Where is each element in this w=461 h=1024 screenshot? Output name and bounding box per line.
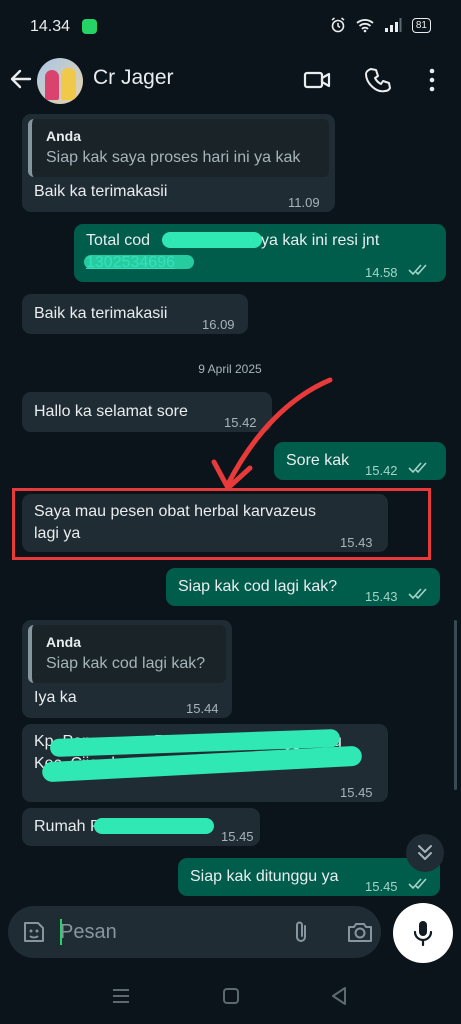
back-arrow-icon[interactable] — [8, 66, 34, 92]
quote-text: Siap kak saya proses hari ini ya kak — [46, 149, 301, 166]
quote-author: Anda — [46, 634, 81, 650]
scroll-to-bottom-button[interactable] — [406, 834, 444, 872]
redaction-mark — [162, 232, 262, 248]
text-cursor — [60, 919, 62, 945]
video-call-icon[interactable] — [303, 66, 331, 94]
message-time: 16.09 — [202, 317, 235, 332]
quote-text: Siap kak cod lagi kak? — [46, 655, 206, 672]
contact-avatar[interactable] — [37, 58, 83, 104]
message-time: 15.43 — [365, 589, 398, 604]
quoted-reply[interactable]: Anda Siap kak cod lagi kak? — [28, 625, 226, 683]
status-time: 14.34 — [30, 18, 71, 35]
read-receipt-icon — [408, 264, 427, 276]
contact-name[interactable]: Cr Jager — [93, 66, 174, 90]
signal-icon — [384, 18, 402, 32]
message-text: Iya ka — [34, 689, 77, 706]
status-indicators: 81 — [330, 17, 431, 33]
message-bubble-outgoing[interactable]: Total cod ya kak ini resi jnt 1302534696… — [74, 224, 446, 282]
message-time: 11.09 — [288, 195, 320, 210]
voice-message-button[interactable] — [393, 903, 453, 963]
message-text: Hallo ka selamat sore — [34, 403, 188, 420]
quoted-reply[interactable]: Anda Siap kak saya proses hari ini ya ka… — [28, 119, 329, 177]
message-text: Baik ka terimakasii — [34, 183, 168, 200]
message-bubble-outgoing[interactable]: Siap kak ditunggu ya 15.45 — [178, 858, 440, 896]
message-time: 15.45 — [365, 879, 398, 894]
redaction-mark — [94, 818, 214, 834]
back-nav-icon[interactable] — [330, 986, 348, 1006]
message-text: Siap kak ditunggu ya — [190, 868, 339, 885]
microphone-icon — [413, 921, 433, 947]
message-text: Total cod — [86, 232, 151, 249]
message-bubble-incoming[interactable]: Anda Siap kak cod lagi kak? Iya ka 15.44 — [22, 620, 232, 718]
message-input[interactable] — [60, 918, 260, 946]
redaction-mark — [84, 255, 194, 269]
quote-author: Anda — [46, 128, 81, 144]
wifi-icon — [356, 19, 374, 33]
chat-header: Cr Jager — [0, 52, 461, 112]
message-composer — [8, 906, 381, 958]
chat-notification-icon — [82, 19, 97, 34]
voice-call-icon[interactable] — [365, 66, 393, 94]
camera-icon[interactable] — [346, 919, 374, 945]
message-time: 15.45 — [340, 785, 373, 800]
scrollbar-thumb[interactable] — [454, 620, 457, 790]
message-text: Baik ka terimakasii — [34, 305, 168, 322]
message-text-end: ya kak ini resi jnt — [261, 232, 380, 249]
read-receipt-icon — [408, 588, 427, 600]
system-navigation-bar — [0, 968, 461, 1024]
read-receipt-icon — [408, 878, 427, 890]
message-time: 14.58 — [365, 265, 398, 280]
status-bar: 14.34 81 — [0, 0, 461, 52]
more-options-icon[interactable] — [422, 66, 442, 94]
double-chevron-down-icon — [418, 845, 432, 860]
alarm-icon — [331, 17, 345, 33]
annotation-arrow — [211, 377, 333, 491]
message-time: 15.42 — [365, 463, 398, 478]
message-bubble-incoming[interactable]: Baik ka terimakasii 16.09 — [22, 294, 248, 334]
chat-area[interactable]: Anda Siap kak saya proses hari ini ya ka… — [0, 112, 461, 904]
message-bubble-incoming[interactable]: Kp. Panggerang Rt02/05 Desa panggerang K… — [22, 724, 388, 802]
sticker-icon[interactable] — [21, 919, 47, 945]
message-bubble-outgoing[interactable]: Siap kak cod lagi kak? 15.43 — [166, 568, 440, 606]
message-bubble-incoming[interactable]: Anda Siap kak saya proses hari ini ya ka… — [22, 114, 335, 212]
message-bubble-incoming[interactable]: Rumah PRIYANTIO 15.45 — [22, 808, 260, 846]
attach-paperclip-icon[interactable] — [290, 919, 312, 945]
message-time: 15.45 — [221, 829, 254, 844]
battery-indicator: 81 — [411, 17, 431, 33]
home-icon[interactable] — [222, 987, 240, 1005]
read-receipt-icon — [408, 462, 427, 474]
message-time: 15.44 — [186, 701, 219, 716]
message-text: Siap kak cod lagi kak? — [178, 578, 338, 595]
recent-apps-icon[interactable] — [111, 988, 131, 1004]
